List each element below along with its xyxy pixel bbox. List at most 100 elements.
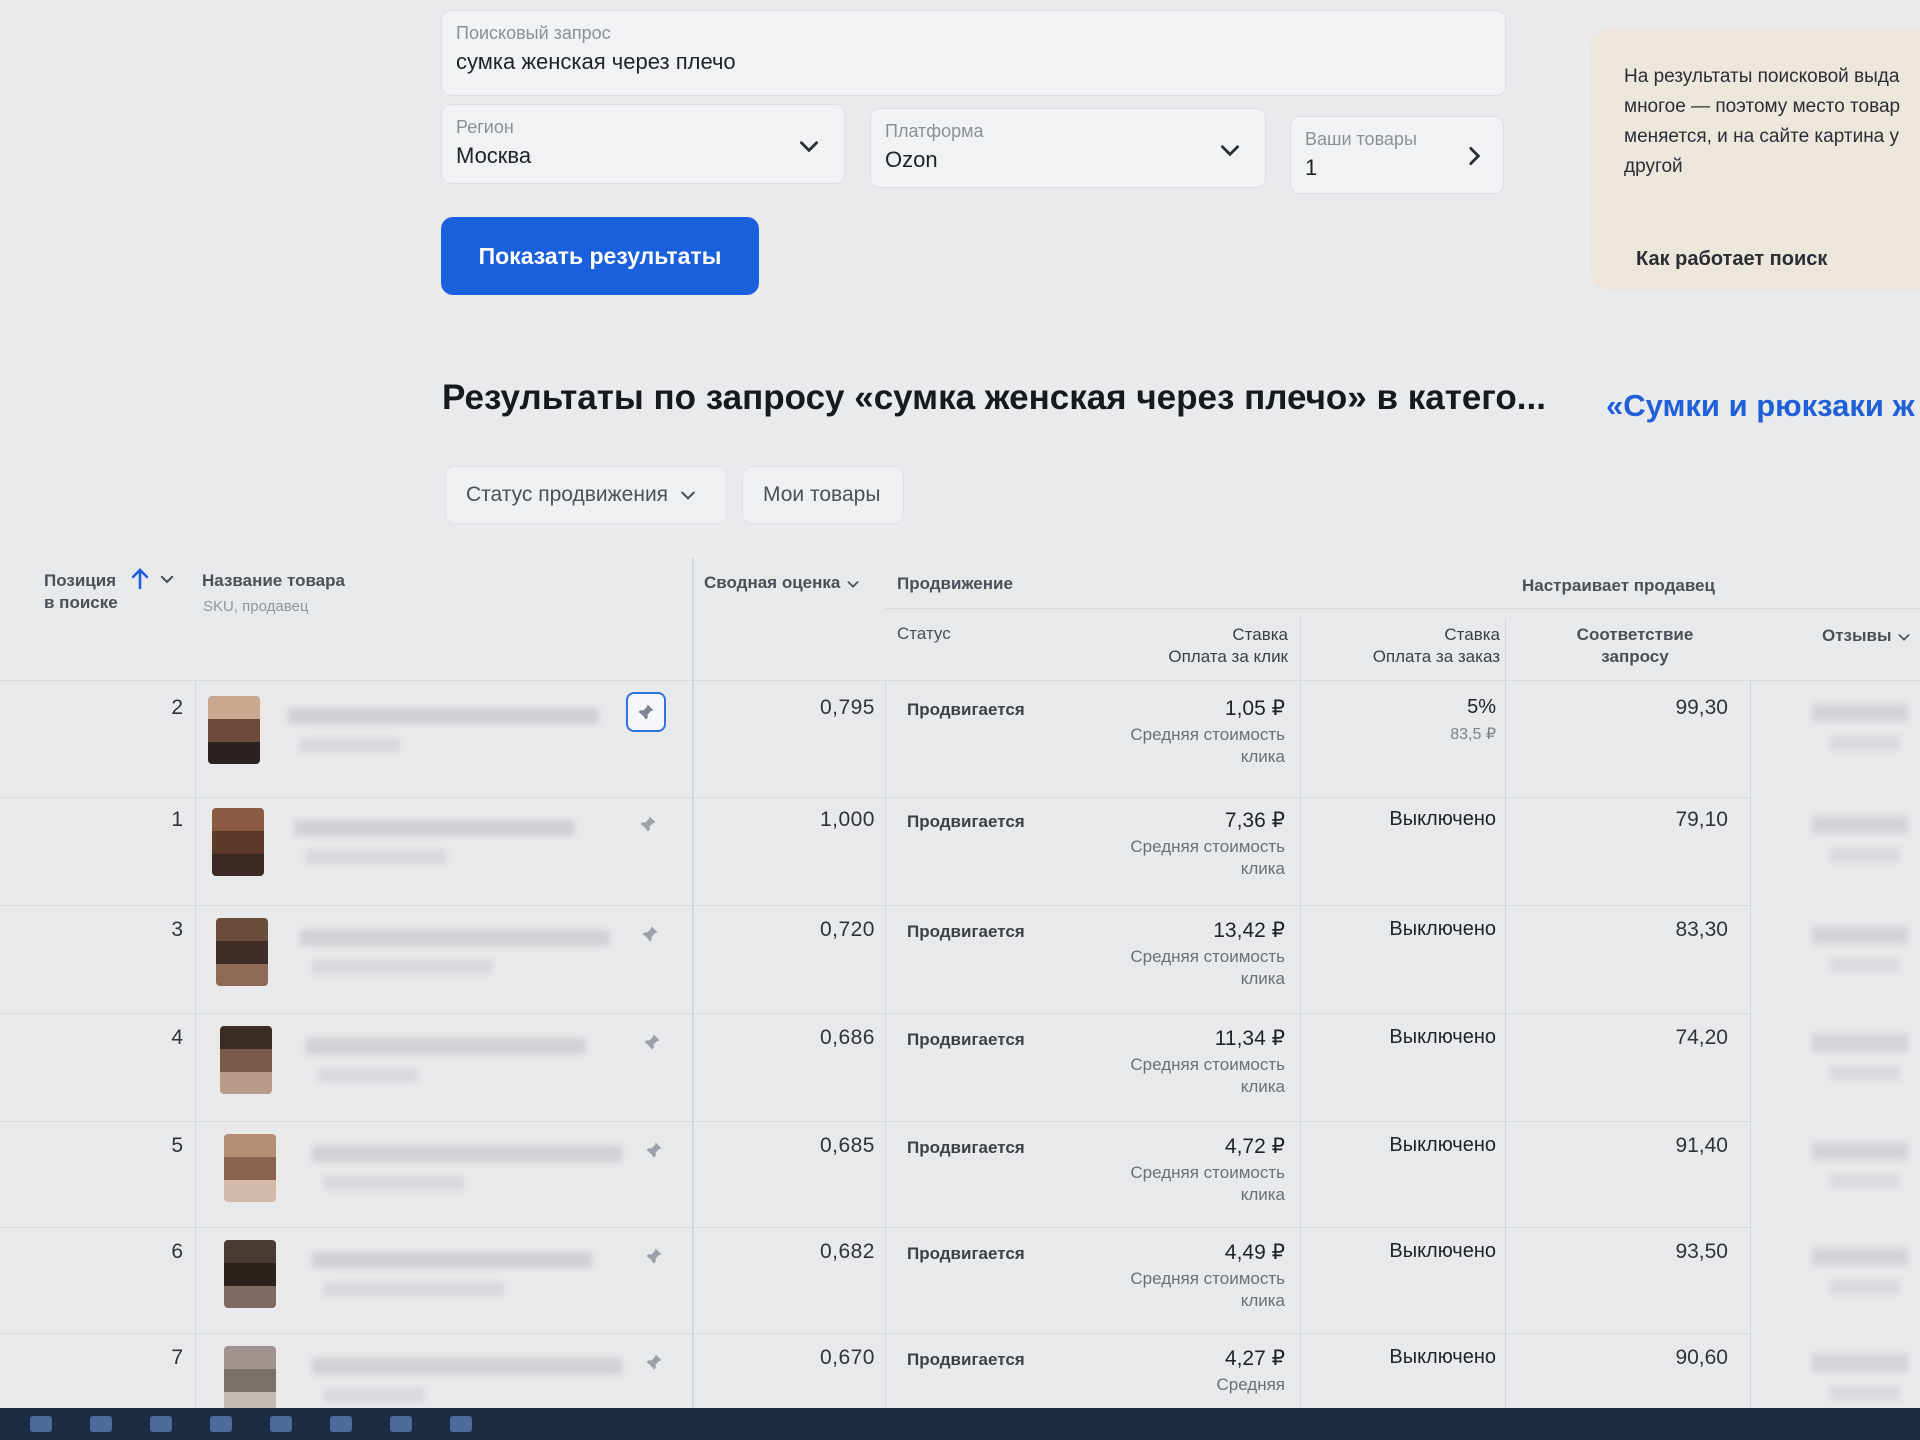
- score-column-header[interactable]: Сводная оценка: [704, 573, 861, 593]
- row-query-match: 93,50: [1675, 1240, 1728, 1263]
- category-link[interactable]: «Сумки и рюкзаки ж: [1606, 388, 1915, 424]
- product-thumbnail[interactable]: [224, 1346, 276, 1414]
- results-table: Позиция в поиске Название товара SKU, пр…: [0, 558, 1920, 1426]
- product-sku-redacted: [300, 738, 400, 752]
- name-column-header: Название товара: [202, 571, 345, 590]
- product-thumbnail[interactable]: [224, 1134, 276, 1202]
- pin-button[interactable]: [632, 1022, 672, 1062]
- product-thumbnail[interactable]: [220, 1026, 272, 1094]
- chevron-right-icon: [1469, 147, 1481, 165]
- table-row[interactable]: 2 0,795 Продвигается 1,05 ₽ Средняя стоимост…: [0, 686, 1920, 798]
- pin-button[interactable]: [630, 914, 670, 954]
- row-bid-order: Выключено: [1389, 1346, 1496, 1368]
- product-thumbnail[interactable]: [216, 918, 268, 986]
- how-search-works-link[interactable]: Как работает поиск: [1636, 248, 1827, 271]
- row-bid-click-note: Средняя: [1216, 1375, 1285, 1394]
- your-items-label: Ваши товары: [1305, 129, 1417, 149]
- my-items-filter[interactable]: Мои товары: [742, 466, 904, 524]
- row-position: 1: [171, 808, 183, 831]
- row-promotion-status: Продвигается: [907, 1244, 1025, 1263]
- table-row[interactable]: 4 0,686 Продвигается 11,34 ₽ Средняя стоимос…: [0, 1016, 1920, 1122]
- chevron-down-icon: [681, 491, 695, 500]
- row-bid-click: 4,49 ₽: [1224, 1241, 1285, 1264]
- promotion-status-filter[interactable]: Статус продвижения: [445, 466, 727, 524]
- row-promotion-status: Продвигается: [907, 1138, 1025, 1157]
- seller-configured-group-header: Настраивает продавец: [1522, 576, 1715, 595]
- table-row[interactable]: 1 1,000 Продвигается 7,36 ₽ Средняя стоимост…: [0, 798, 1920, 906]
- pin-button[interactable]: [634, 1236, 674, 1276]
- pin-button[interactable]: [634, 1130, 674, 1170]
- pin-button[interactable]: [628, 804, 668, 844]
- product-name-redacted[interactable]: [312, 1146, 622, 1162]
- chevron-down-icon[interactable]: [158, 570, 176, 588]
- row-reviews-redacted: [1812, 816, 1908, 834]
- row-reviews-redacted: [1812, 1142, 1908, 1160]
- row-bid-click-note: Средняя стоимость клика: [1130, 837, 1285, 878]
- platform-value: Ozon: [885, 147, 938, 172]
- row-bid-order: Выключено: [1389, 808, 1496, 830]
- product-name-redacted[interactable]: [312, 1252, 592, 1268]
- product-name-redacted[interactable]: [300, 930, 610, 946]
- row-bid-click-note: Средняя стоимость клика: [1130, 1269, 1285, 1310]
- row-query-match: 83,30: [1675, 918, 1728, 941]
- chevron-down-icon: [800, 141, 818, 153]
- search-query-value: сумка женская через плечо: [456, 49, 736, 74]
- table-row[interactable]: 5 0,685 Продвигается 4,72 ₽ Средняя стоимост…: [0, 1124, 1920, 1228]
- product-name-redacted[interactable]: [294, 820, 574, 836]
- row-reviews-redacted: [1830, 736, 1900, 750]
- row-position: 4: [171, 1026, 183, 1049]
- row-bid-order: Выключено: [1389, 1240, 1496, 1262]
- bid-click-column-header: Ставка Оплата за клик: [1168, 625, 1288, 666]
- row-reviews-redacted: [1830, 1280, 1900, 1294]
- search-info-text: На результаты поисковой выда многое — по…: [1624, 66, 1901, 177]
- promotion-group-header: Продвижение: [897, 574, 1013, 593]
- row-query-match: 90,60: [1675, 1346, 1728, 1369]
- product-thumbnail[interactable]: [224, 1240, 276, 1308]
- pin-button[interactable]: [634, 1342, 674, 1382]
- region-value: Москва: [456, 143, 532, 168]
- os-taskbar: [0, 1408, 1920, 1440]
- pin-button[interactable]: [626, 692, 666, 732]
- product-sku-redacted: [306, 850, 446, 864]
- row-reviews-redacted: [1830, 958, 1900, 972]
- product-name-redacted[interactable]: [306, 1038, 586, 1054]
- row-query-match: 79,10: [1675, 808, 1728, 831]
- search-query-field[interactable]: Поисковый запрос сумка женская через пле…: [441, 10, 1506, 96]
- region-select[interactable]: Регион Москва: [441, 104, 845, 184]
- your-items-selector[interactable]: Ваши товары 1: [1290, 116, 1504, 194]
- sort-ascending-icon[interactable]: [130, 568, 150, 590]
- pin-icon: [640, 816, 656, 832]
- position-column-header[interactable]: Позиция в поиске: [44, 570, 118, 614]
- row-position: 2: [171, 696, 183, 719]
- row-reviews-redacted: [1830, 848, 1900, 862]
- row-reviews-redacted: [1812, 704, 1908, 722]
- row-bid-click-note: Средняя стоимость клика: [1130, 947, 1285, 988]
- row-bid-order: Выключено: [1389, 1026, 1496, 1048]
- row-promotion-status: Продвигается: [907, 1350, 1025, 1369]
- table-row[interactable]: 3 0,720 Продвигается 13,42 ₽ Средняя стоимос…: [0, 908, 1920, 1014]
- chevron-down-icon: [1221, 145, 1239, 157]
- product-thumbnail[interactable]: [212, 808, 264, 876]
- platform-select[interactable]: Платформа Ozon: [870, 108, 1266, 188]
- search-query-label: Поисковый запрос: [456, 23, 611, 43]
- row-reviews-redacted: [1830, 1174, 1900, 1188]
- row-bid-click: 4,72 ₽: [1224, 1135, 1285, 1158]
- row-score: 0,720: [819, 918, 875, 941]
- chevron-down-icon: [1898, 633, 1910, 641]
- match-column-header[interactable]: Соответствие запросу: [1560, 624, 1710, 668]
- pin-icon: [638, 704, 654, 720]
- row-bid-click: 13,42 ₽: [1213, 919, 1285, 942]
- results-title: Результаты по запросу «сумка женская чер…: [442, 378, 1546, 417]
- product-name-redacted[interactable]: [312, 1358, 622, 1374]
- row-score: 0,795: [819, 696, 875, 719]
- table-row[interactable]: 6 0,682 Продвигается 4,49 ₽ Средняя стоимост…: [0, 1230, 1920, 1334]
- product-thumbnail[interactable]: [208, 696, 260, 764]
- row-score: 0,686: [819, 1026, 875, 1049]
- pin-icon: [646, 1354, 662, 1370]
- row-reviews-redacted: [1830, 1386, 1900, 1400]
- product-name-redacted[interactable]: [288, 708, 598, 724]
- row-reviews-redacted: [1830, 1066, 1900, 1080]
- row-bid-click: 4,27 ₽: [1224, 1347, 1285, 1370]
- reviews-column-header[interactable]: Отзывы: [1822, 626, 1912, 646]
- show-results-button[interactable]: Показать результаты: [441, 217, 759, 295]
